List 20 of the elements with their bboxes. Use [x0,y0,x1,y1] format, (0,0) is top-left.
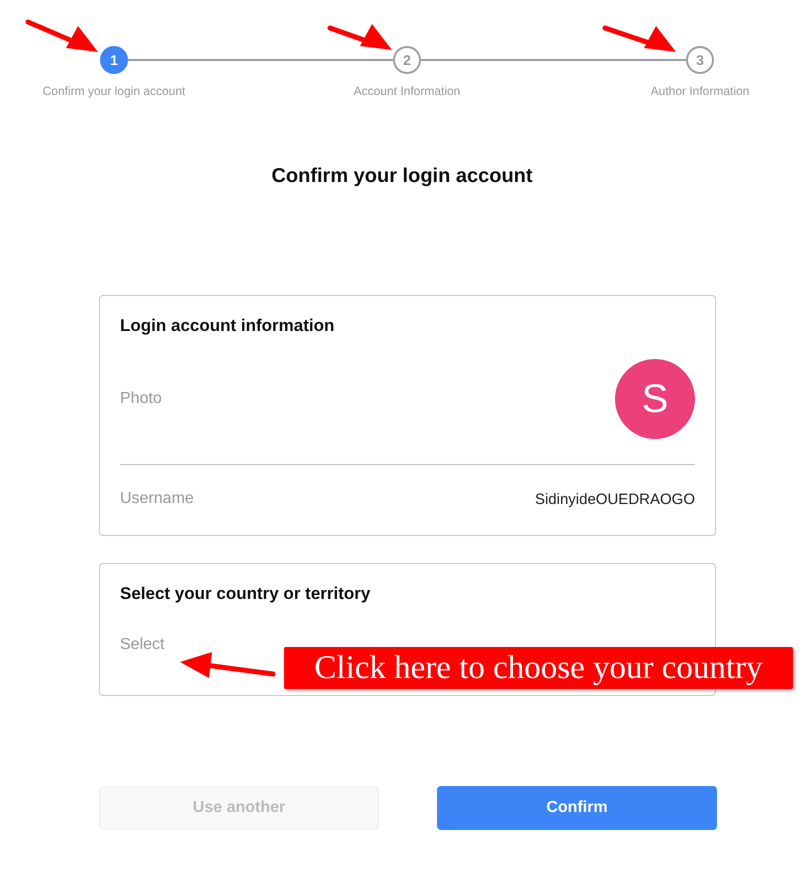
card-heading: Select your country or territory [120,584,372,604]
step-circle[interactable]: 1 [100,46,128,74]
card-heading: Login account information [120,316,336,336]
arrow-icon [602,26,676,52]
username-value: SidinyideOUEDRAOGO [534,490,695,508]
field-label: Photo [120,390,162,408]
step-label: Author Information [650,84,750,98]
step-circle[interactable]: 2 [393,46,421,74]
callout-label: Click here to choose your country [284,647,793,689]
avatar: S [615,359,695,439]
page-title: Confirm your login account [270,165,534,188]
country-select[interactable]: Select [120,636,180,654]
step-label: Confirm your login account [42,84,186,98]
confirm-button[interactable]: Confirm [437,786,717,830]
step-label: Account Information [354,84,460,98]
step-circle[interactable]: 3 [686,46,714,74]
arrow-icon [26,20,98,52]
arrow-icon [328,24,392,50]
arrow-icon [180,652,276,678]
field-label: Username [120,490,194,508]
